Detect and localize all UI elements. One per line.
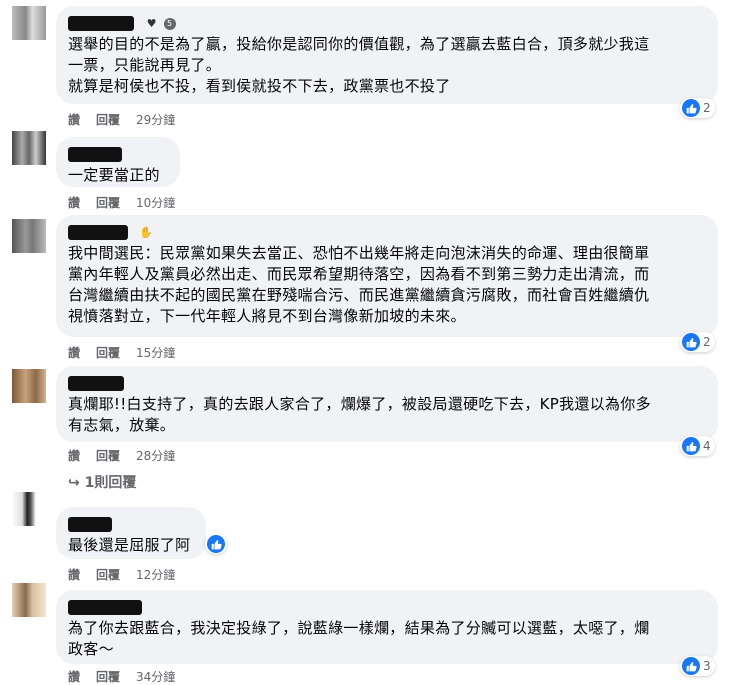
comment-actions: 讚 回覆 34分鐘 xyxy=(68,668,175,685)
comment-text: 我中間選民：民眾黨如果失去當正、恐怕不出幾年將走向泡沫消失的命運、理由很簡單 黨… xyxy=(68,244,650,325)
reply-link[interactable]: 回覆 xyxy=(96,447,120,464)
comment-bubble: 最後還是屈服了阿 xyxy=(56,507,206,559)
reaction-count[interactable]: 2 xyxy=(680,332,715,352)
like-link[interactable]: 讚 xyxy=(68,668,80,685)
timestamp[interactable]: 15分鐘 xyxy=(136,344,175,361)
comment-actions: 讚 回覆 28分鐘 xyxy=(68,447,175,464)
reaction-count[interactable] xyxy=(205,534,227,554)
thumbs-up-icon xyxy=(682,437,700,455)
thumbs-up-icon xyxy=(682,99,700,117)
avatar[interactable] xyxy=(12,219,46,253)
reply-link[interactable]: 回覆 xyxy=(96,566,120,583)
reaction-count[interactable]: 3 xyxy=(680,656,715,676)
comment-text: 最後還是屈服了阿 xyxy=(68,536,191,554)
like-link[interactable]: 讚 xyxy=(68,111,80,128)
thumbs-up-icon xyxy=(207,535,225,553)
timestamp[interactable]: 34分鐘 xyxy=(136,668,175,685)
reaction-number: 4 xyxy=(703,439,711,453)
comment-bubble: ✋ 我中間選民：民眾黨如果失去當正、恐怕不出幾年將走向泡沫消失的命運、理由很簡單… xyxy=(56,215,718,337)
timestamp[interactable]: 28分鐘 xyxy=(136,447,175,464)
thumbs-up-icon xyxy=(682,657,700,675)
heart-badge-icon: ♥ xyxy=(146,17,157,30)
author-name-redacted[interactable] xyxy=(68,517,112,532)
reply-link[interactable]: 回覆 xyxy=(96,194,120,211)
author-name-redacted[interactable] xyxy=(68,600,142,615)
timestamp[interactable]: 12分鐘 xyxy=(136,566,175,583)
timestamp[interactable]: 29分鐘 xyxy=(136,111,175,128)
avatar[interactable] xyxy=(12,6,46,40)
like-link[interactable]: 讚 xyxy=(68,344,80,361)
like-link[interactable]: 讚 xyxy=(68,447,80,464)
comment-actions: 讚 回覆 29分鐘 xyxy=(68,111,175,128)
view-replies-link[interactable]: ↪ 1則回覆 xyxy=(68,472,136,492)
author-name-redacted[interactable] xyxy=(68,16,134,31)
thumbs-up-icon xyxy=(682,333,700,351)
comment-text: 為了你去跟藍合，我決定投綠了，說藍綠一樣爛，結果為了分贓可以選藍，太噁了，爛 政… xyxy=(68,619,650,658)
reaction-number: 2 xyxy=(703,101,711,115)
reaction-number: 3 xyxy=(703,659,711,673)
comment-actions: 讚 回覆 12分鐘 xyxy=(68,566,175,583)
replies-count: 1則回覆 xyxy=(84,475,137,491)
author-badges: ♥ 5 xyxy=(145,17,176,30)
clap-badge-icon: ✋ xyxy=(139,226,153,239)
avatar[interactable] xyxy=(12,583,46,617)
reply-link[interactable]: 回覆 xyxy=(96,111,120,128)
author-name-redacted[interactable] xyxy=(68,147,122,162)
timestamp[interactable]: 10分鐘 xyxy=(136,194,175,211)
author-name-redacted[interactable] xyxy=(68,225,128,240)
author-name-redacted[interactable] xyxy=(68,376,124,391)
reaction-count[interactable]: 4 xyxy=(680,436,715,456)
avatar[interactable] xyxy=(12,492,46,526)
avatar[interactable] xyxy=(12,131,46,165)
comment-actions: 讚 回覆 10分鐘 xyxy=(68,194,175,211)
reply-arrow-icon: ↪ xyxy=(68,475,80,491)
reaction-count[interactable]: 2 xyxy=(680,98,715,118)
like-link[interactable]: 讚 xyxy=(68,566,80,583)
comment-bubble: 為了你去跟藍合，我決定投綠了，說藍綠一樣爛，結果為了分贓可以選藍，太噁了，爛 政… xyxy=(56,590,718,664)
comment-text: 選舉的目的不是為了贏，投給你是認同你的價值觀，為了選贏去藍白合，頂多就少我這 一… xyxy=(68,35,650,95)
reply-link[interactable]: 回覆 xyxy=(96,668,120,685)
like-link[interactable]: 讚 xyxy=(68,194,80,211)
avatar[interactable] xyxy=(12,369,46,403)
comment-bubble: 一定要當正的 xyxy=(56,137,180,187)
comment-actions: 讚 回覆 15分鐘 xyxy=(68,344,175,361)
badge-count: 5 xyxy=(163,18,176,30)
comment-text: 真爛耶!!白支持了，真的去跟人家合了，爛爆了，被設局還硬吃下去，KP我還以為你多… xyxy=(68,395,651,434)
reply-link[interactable]: 回覆 xyxy=(96,344,120,361)
author-badges: ✋ xyxy=(139,226,154,239)
comment-text: 一定要當正的 xyxy=(68,166,160,184)
comment-bubble: ♥ 5 選舉的目的不是為了贏，投給你是認同你的價值觀，為了選贏去藍白合，頂多就少… xyxy=(56,6,718,104)
reaction-number: 2 xyxy=(703,335,711,349)
comment-bubble: 真爛耶!!白支持了，真的去跟人家合了，爛爆了，被設局還硬吃下去，KP我還以為你多… xyxy=(56,366,718,442)
